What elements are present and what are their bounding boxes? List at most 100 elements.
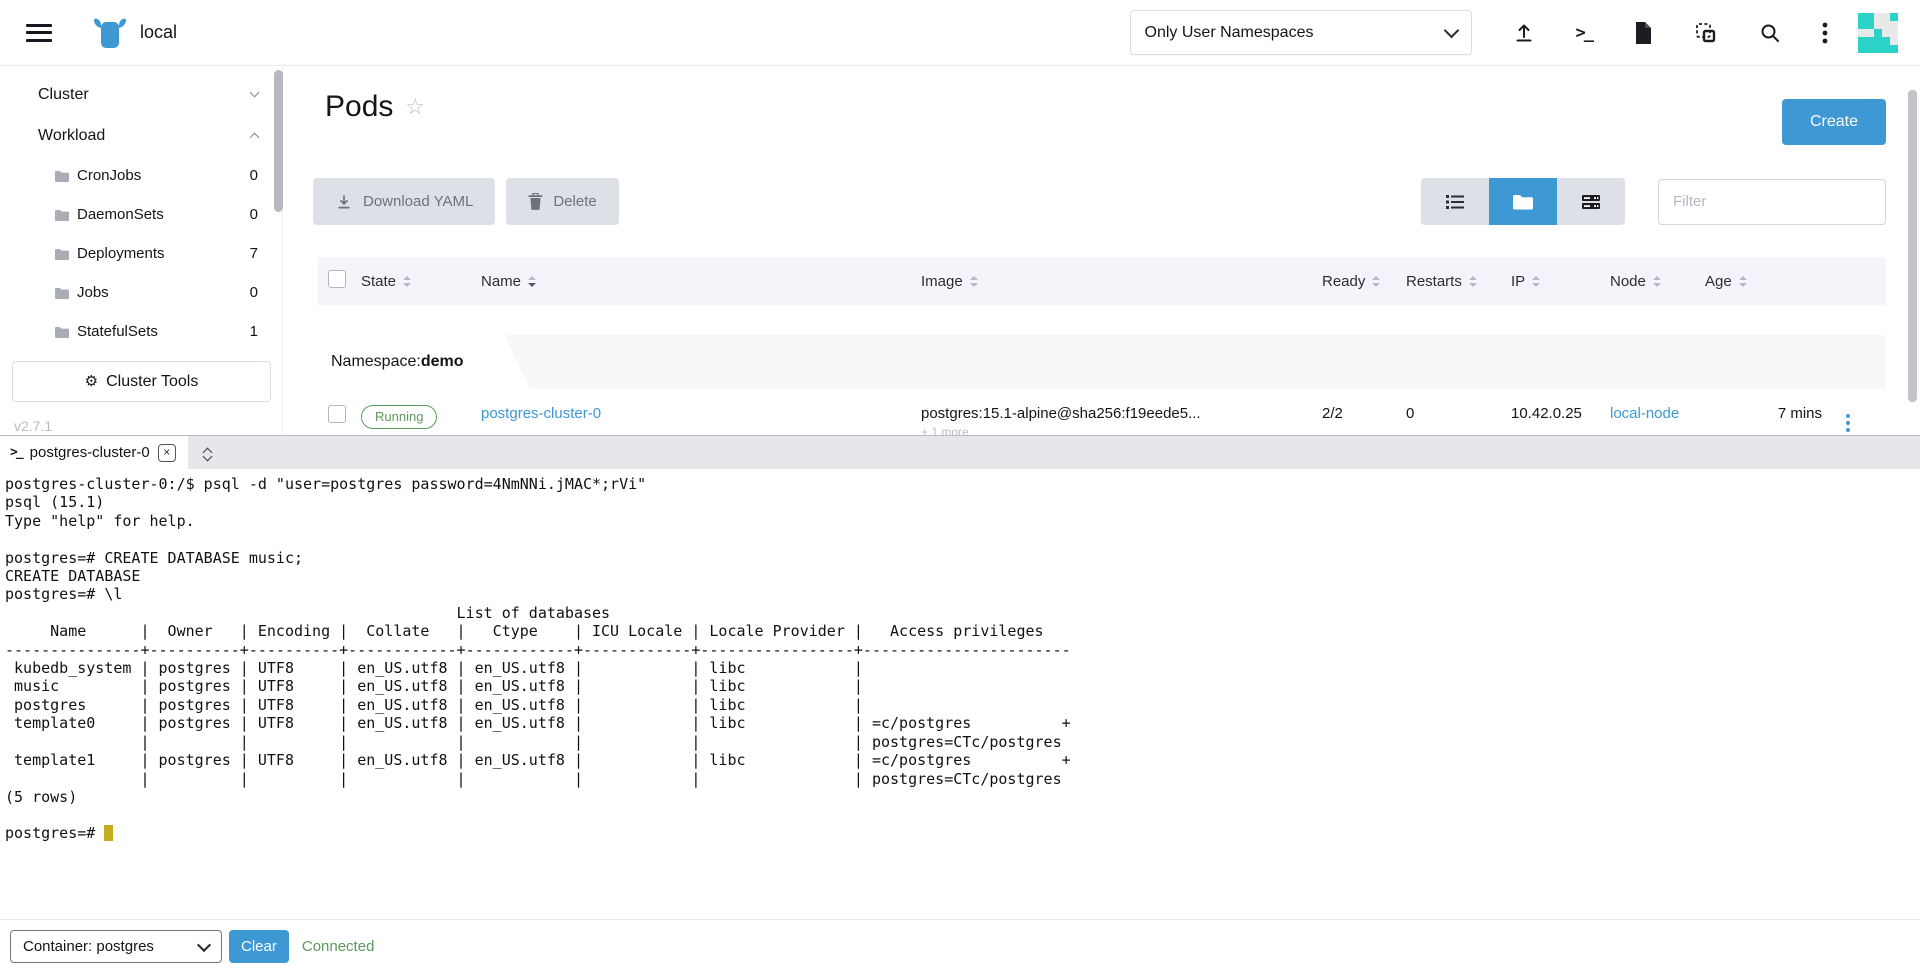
main-menu-icon[interactable] bbox=[26, 24, 52, 42]
sidebar-item-jobs[interactable]: Jobs 0 bbox=[0, 273, 282, 312]
close-icon[interactable]: × bbox=[158, 444, 176, 462]
sidebar-item-label: CronJobs bbox=[77, 167, 250, 184]
pod-node-link[interactable]: local-node bbox=[1610, 405, 1679, 422]
pod-ready: 2/2 bbox=[1322, 389, 1406, 422]
list-view-button[interactable] bbox=[1421, 178, 1489, 225]
kubectl-shell-drawer: >_ postgres-cluster-0 × postgres-cluster… bbox=[0, 435, 1920, 973]
sidebar-group-label: Workload bbox=[38, 127, 251, 145]
container-select-value: Container: postgres bbox=[23, 938, 199, 955]
namespace-group-row: Namespace: demo bbox=[318, 335, 1886, 389]
pod-name-link[interactable]: postgres-cluster-0 bbox=[481, 405, 601, 422]
clear-button[interactable]: Clear bbox=[229, 930, 289, 963]
table-spacer-row bbox=[318, 305, 1886, 335]
status-badge: Running bbox=[361, 405, 437, 429]
page-scrollbar[interactable] bbox=[1908, 90, 1917, 402]
sidebar-item-label: Jobs bbox=[77, 284, 250, 301]
pod-restarts: 0 bbox=[1406, 389, 1511, 422]
sort-icon bbox=[1372, 276, 1380, 287]
rancher-version: v2.7.1 bbox=[14, 418, 282, 434]
sidebar-item-deployments[interactable]: Deployments 7 bbox=[0, 234, 282, 273]
create-button[interactable]: Create bbox=[1782, 99, 1886, 145]
pods-page: Pods ☆ Create Download YAML Delete bbox=[283, 66, 1920, 435]
connection-status: Connected bbox=[302, 938, 375, 955]
column-header-ready[interactable]: Ready bbox=[1322, 273, 1406, 290]
shell-icon: >_ bbox=[10, 445, 22, 460]
column-header-ip[interactable]: IP bbox=[1511, 273, 1610, 290]
sidebar-item-label: StatefulSets bbox=[77, 323, 250, 340]
shell-tab-label: postgres-cluster-0 bbox=[30, 444, 150, 461]
shell-footer: Container: postgres Clear Connected bbox=[0, 919, 1920, 973]
favorite-star-icon[interactable]: ☆ bbox=[405, 96, 425, 118]
cluster-tools-label: Cluster Tools bbox=[106, 373, 198, 391]
download-kubeconfig-file-icon[interactable] bbox=[1632, 20, 1654, 46]
drawer-resize-handle[interactable] bbox=[202, 443, 213, 462]
sidebar-item-count: 7 bbox=[250, 245, 258, 262]
import-yaml-upload-icon[interactable] bbox=[1512, 20, 1536, 46]
terminal-output[interactable]: postgres-cluster-0:/$ psql -d "user=post… bbox=[0, 469, 1920, 919]
sidebar-item-count: 0 bbox=[250, 284, 258, 301]
sidebar-group-workload[interactable]: Workload bbox=[0, 115, 282, 156]
pod-row: Running postgres-cluster-0 postgres:15.1… bbox=[318, 389, 1886, 435]
chevron-down-icon bbox=[1443, 23, 1459, 39]
delete-button[interactable]: Delete bbox=[506, 178, 618, 225]
sidebar-item-count: 0 bbox=[250, 206, 258, 223]
sidebar-item-statefulsets[interactable]: StatefulSets 1 bbox=[0, 312, 282, 351]
pods-table: State Name Image Ready Restarts IP Node … bbox=[318, 257, 1886, 435]
sidebar-scrollbar[interactable] bbox=[274, 70, 283, 212]
column-header-state[interactable]: State bbox=[361, 273, 481, 290]
download-yaml-button[interactable]: Download YAML bbox=[313, 178, 495, 225]
chevron-up-icon bbox=[250, 133, 260, 143]
sidebar-item-daemonsets[interactable]: DaemonSets 0 bbox=[0, 195, 282, 234]
page-title-row: Pods ☆ bbox=[325, 90, 425, 124]
copy-kubeconfig-icon[interactable] bbox=[1694, 20, 1718, 46]
filter-input[interactable] bbox=[1658, 179, 1886, 225]
pod-age: 7 mins bbox=[1705, 389, 1840, 422]
column-header-name[interactable]: Name bbox=[481, 273, 921, 290]
row-kebab-menu-icon[interactable] bbox=[1840, 408, 1856, 435]
cluster-sidebar: Cluster Workload CronJobs 0 DaemonSets 0… bbox=[0, 66, 283, 435]
page-title: Pods bbox=[325, 90, 393, 124]
sidebar-item-count: 1 bbox=[250, 323, 258, 340]
column-header-image[interactable]: Image bbox=[921, 273, 1322, 290]
kebab-menu-icon[interactable] bbox=[1822, 20, 1828, 46]
chevron-down-icon bbox=[250, 88, 260, 98]
namespace-group-label: Namespace: bbox=[331, 353, 421, 371]
sidebar-item-cronjobs[interactable]: CronJobs 0 bbox=[0, 156, 282, 195]
sort-icon bbox=[1653, 276, 1661, 287]
column-header-age[interactable]: Age bbox=[1705, 273, 1840, 290]
container-select[interactable]: Container: postgres bbox=[10, 930, 222, 963]
sort-icon bbox=[403, 276, 411, 287]
cluster-tools-button[interactable]: ⚙ Cluster Tools bbox=[12, 361, 271, 402]
chevron-down-icon bbox=[197, 937, 211, 951]
row-checkbox[interactable] bbox=[328, 405, 346, 423]
folder-icon bbox=[55, 209, 69, 221]
user-avatar[interactable] bbox=[1858, 13, 1898, 53]
flat-view-button[interactable] bbox=[1557, 178, 1625, 225]
sort-icon bbox=[528, 276, 536, 287]
cluster-name: local bbox=[140, 22, 177, 43]
column-header-restarts[interactable]: Restarts bbox=[1406, 273, 1511, 290]
folder-icon bbox=[55, 326, 69, 338]
select-all-checkbox[interactable] bbox=[328, 270, 346, 288]
folder-icon bbox=[55, 248, 69, 260]
namespace-filter-select[interactable]: Only User Namespaces bbox=[1130, 10, 1472, 55]
terminal-text: postgres-cluster-0:/$ psql -d "user=post… bbox=[5, 475, 1920, 806]
kubectl-shell-icon[interactable]: >_ bbox=[1576, 20, 1592, 46]
content-area: Cluster Workload CronJobs 0 DaemonSets 0… bbox=[0, 66, 1920, 435]
rancher-logo-icon[interactable] bbox=[92, 17, 128, 49]
namespace-group-value: demo bbox=[421, 353, 464, 371]
search-icon[interactable] bbox=[1758, 20, 1782, 46]
pod-image: postgres:15.1-alpine@sha256:f19eede5... bbox=[921, 405, 1322, 422]
column-header-node[interactable]: Node bbox=[1610, 273, 1705, 290]
rancher-app: local Only User Namespaces >_ bbox=[0, 0, 1920, 973]
rows-view-icon bbox=[1581, 193, 1601, 211]
shell-tab-postgres-cluster-0[interactable]: >_ postgres-cluster-0 × bbox=[0, 436, 188, 469]
terminal-cursor bbox=[104, 825, 113, 841]
sidebar-item-label: DaemonSets bbox=[77, 206, 250, 223]
header-icon-group: >_ bbox=[1512, 20, 1828, 46]
sidebar-group-cluster[interactable]: Cluster bbox=[0, 74, 282, 115]
grouped-view-button[interactable] bbox=[1489, 178, 1557, 225]
namespace-group-tab: Namespace: demo bbox=[318, 335, 530, 389]
table-view-controls bbox=[1421, 178, 1886, 225]
folder-icon bbox=[55, 170, 69, 182]
